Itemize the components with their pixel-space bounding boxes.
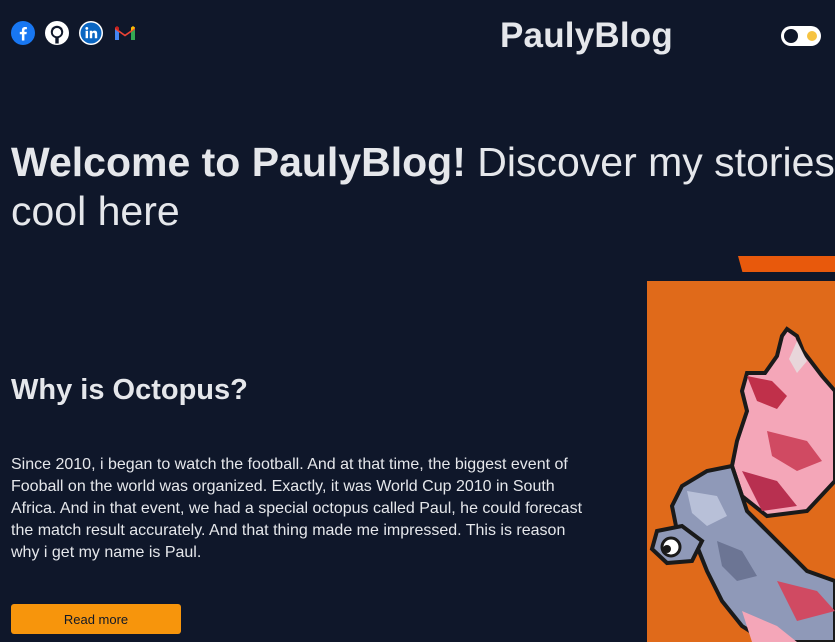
linkedin-icon[interactable]	[79, 21, 103, 45]
brand-logo[interactable]: PaulyBlog	[500, 16, 673, 56]
hero-heading: Welcome to PaulyBlog! Discover my storie…	[11, 138, 835, 236]
gmail-icon[interactable]	[113, 21, 137, 45]
decorative-bar	[738, 256, 835, 272]
github-icon[interactable]	[45, 21, 69, 45]
facebook-icon[interactable]	[11, 21, 35, 45]
post-body: Since 2010, i began to watch the footbal…	[11, 456, 583, 561]
octopus-icon	[649, 326, 835, 642]
toggle-knob	[784, 29, 798, 43]
post-title: Why is Octopus?	[11, 374, 248, 406]
hero-heading-bold: Welcome to PaulyBlog!	[11, 139, 466, 185]
read-more-button[interactable]: Read more	[11, 604, 181, 634]
octopus-illustration	[647, 281, 835, 642]
theme-toggle[interactable]	[781, 26, 821, 46]
social-links	[11, 21, 137, 45]
sun-icon	[807, 31, 817, 41]
